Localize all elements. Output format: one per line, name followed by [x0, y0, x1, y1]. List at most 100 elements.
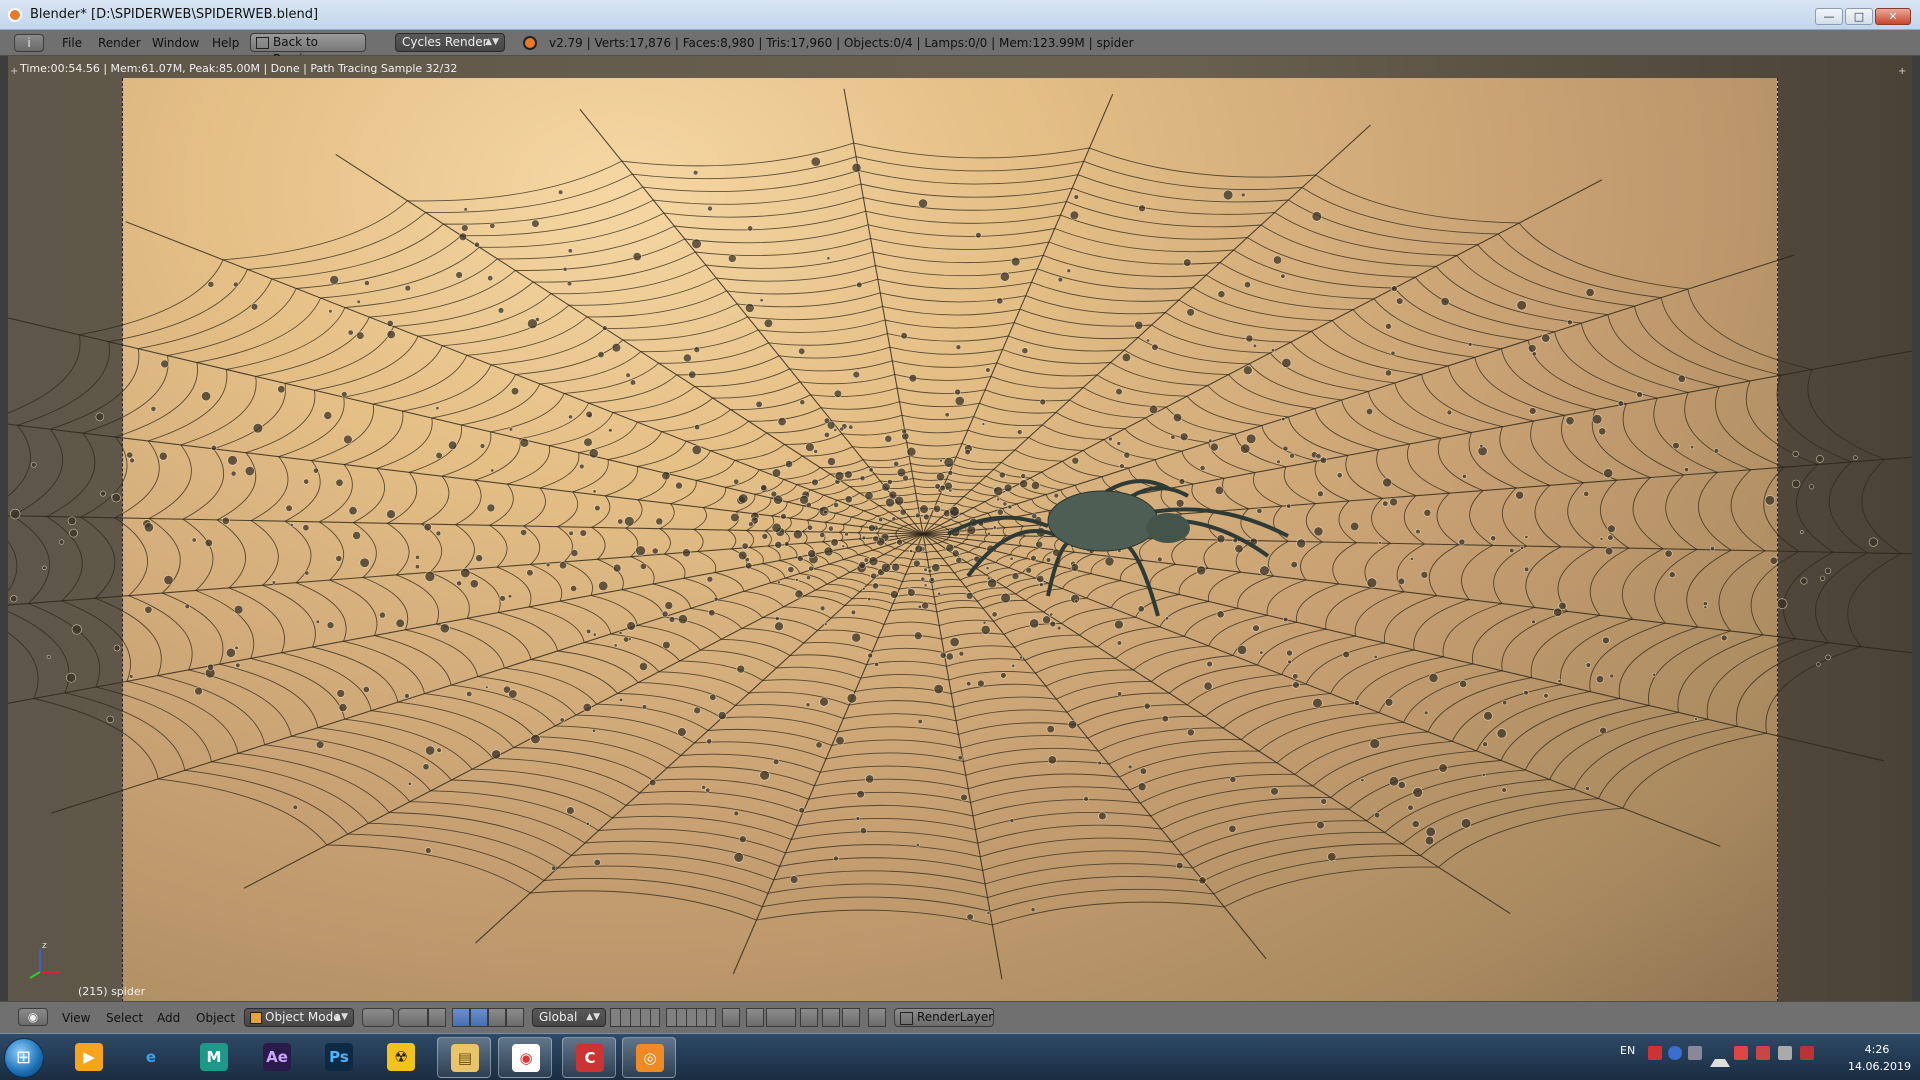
dew-drop [872, 535, 879, 543]
dew-drop [867, 652, 873, 659]
menu-object[interactable]: Object [196, 1011, 235, 1025]
proportional-edit-icon[interactable] [746, 1008, 764, 1027]
opengl-animation-icon[interactable] [842, 1008, 860, 1027]
snap-element-icon[interactable] [766, 1008, 796, 1027]
dew-drop [999, 271, 1010, 282]
dew-drop [71, 624, 82, 635]
dew-drop [981, 422, 986, 426]
snap-target-icon[interactable] [800, 1008, 818, 1027]
dew-drop [638, 661, 648, 671]
pause-render-icon[interactable] [868, 1008, 886, 1027]
start-button[interactable]: ⊞ [4, 1038, 44, 1078]
manipulator-toggle[interactable] [428, 1008, 446, 1027]
3d-viewport[interactable]: Time:00:54.56 | Mem:61.07M, Peak:85.00M … [8, 56, 1912, 1001]
menu-window[interactable]: Window [152, 36, 199, 50]
transform-orientation-select[interactable]: Global ▲▼ [532, 1008, 606, 1027]
region-toggle-icon[interactable]: + [10, 66, 20, 77]
help-tray-icon[interactable] [1668, 1046, 1682, 1060]
lock-layers-icon[interactable] [722, 1008, 740, 1027]
dew-drop [352, 531, 361, 540]
dew-drop [774, 540, 783, 549]
render-engine-select[interactable]: Cycles Render ▲▼ [395, 33, 505, 52]
taskbar-app-media-player[interactable]: ▶ [62, 1037, 116, 1078]
dew-drop [469, 579, 479, 589]
close-button[interactable]: ✕ [1875, 8, 1911, 25]
dew-drop [1097, 760, 1102, 766]
dew-drop [1438, 763, 1448, 773]
action-center-icon[interactable] [1756, 1046, 1770, 1060]
shading-mode-button[interactable] [362, 1008, 394, 1027]
dew-drop [235, 662, 241, 668]
usb-tray-icon[interactable] [1778, 1046, 1792, 1060]
dew-drop [1114, 619, 1124, 630]
dew-drop [1591, 414, 1603, 425]
minimize-button[interactable]: — [1815, 8, 1843, 25]
blender-logo-icon [8, 8, 22, 22]
dew-drop [1115, 388, 1123, 396]
dew-drop [613, 643, 618, 648]
region-toggle-icon[interactable]: + [1898, 66, 1908, 77]
opengl-render-icon[interactable] [822, 1008, 840, 1027]
dew-drop [1286, 503, 1292, 509]
taskbar-app-nuke[interactable]: ☢ [374, 1037, 428, 1078]
translate-manipulator-icon[interactable] [452, 1008, 470, 1027]
pivot-point-button[interactable] [398, 1008, 428, 1027]
editor-type-selector[interactable]: i [14, 34, 44, 52]
taskbar-app-chrome[interactable]: ◉ [498, 1037, 552, 1078]
taskbar-app-internet-explorer[interactable]: e [124, 1037, 178, 1078]
dew-drop [1252, 343, 1257, 349]
dew-drop [1098, 811, 1107, 821]
menu-select[interactable]: Select [106, 1011, 143, 1025]
dew-drop [1313, 526, 1324, 537]
dew-drop [986, 911, 991, 915]
taskbar-app-file-explorer[interactable]: ▤ [437, 1037, 491, 1078]
taskbar-app-maya[interactable]: M [187, 1037, 241, 1078]
dew-drop [867, 597, 872, 602]
clock-time[interactable]: 4:26 [1848, 1043, 1906, 1056]
back-to-previous-button[interactable]: Back to Previous [250, 33, 366, 66]
battery-tray-icon[interactable] [1800, 1046, 1814, 1060]
dew-drop [1467, 342, 1473, 347]
editor-type-selector[interactable]: ◉ [18, 1008, 48, 1026]
dew-drop [1057, 276, 1064, 283]
menu-help[interactable]: Help [212, 36, 239, 50]
dew-drop [805, 442, 815, 452]
rotate-manipulator-icon[interactable] [470, 1008, 488, 1027]
scene-layers-1[interactable] [610, 1008, 660, 1027]
scene-layers-2[interactable] [666, 1008, 716, 1027]
render-layer-button[interactable]: RenderLayer [894, 1008, 994, 1027]
show-hidden-icons[interactable] [1710, 1049, 1730, 1067]
dew-drop [1382, 500, 1389, 507]
taskbar-app-blender[interactable]: ◎ [622, 1037, 676, 1078]
dew-drop [808, 565, 814, 572]
dew-drop [736, 664, 746, 674]
clock-date[interactable]: 14.06.2019 [1848, 1060, 1911, 1073]
dew-drop [744, 303, 755, 313]
network-tray-icon[interactable] [1688, 1046, 1702, 1060]
dew-drop [1652, 672, 1657, 677]
interaction-mode-select[interactable]: Object Mode ▲▼ [244, 1008, 354, 1027]
dew-drop [889, 590, 899, 599]
dew-drop [862, 586, 866, 591]
menu-file[interactable]: File [62, 36, 82, 50]
dew-drop [356, 299, 361, 304]
taskbar-app-photoshop[interactable]: Ps [312, 1037, 366, 1078]
menu-add[interactable]: Add [157, 1011, 180, 1025]
security-tray-icon[interactable] [1648, 1046, 1662, 1060]
dew-drop [863, 557, 869, 563]
svg-text:z: z [42, 941, 47, 951]
menu-view[interactable]: View [62, 1011, 90, 1025]
dew-drop [649, 778, 657, 787]
updown-arrow-icon: ▲▼ [586, 1012, 600, 1022]
maximize-button[interactable]: □ [1845, 8, 1873, 25]
dew-drop [923, 513, 930, 521]
language-indicator[interactable]: EN [1620, 1044, 1635, 1057]
transform-icon[interactable] [506, 1008, 524, 1027]
scale-manipulator-icon[interactable] [488, 1008, 506, 1027]
menu-render[interactable]: Render [98, 36, 141, 50]
taskbar-app-ccleaner[interactable]: C [562, 1037, 616, 1078]
taskbar-app-after-effects[interactable]: Ae [250, 1037, 304, 1078]
dew-drop [530, 733, 541, 745]
volume-tray-icon[interactable] [1734, 1046, 1748, 1060]
dew-drop [844, 495, 853, 504]
